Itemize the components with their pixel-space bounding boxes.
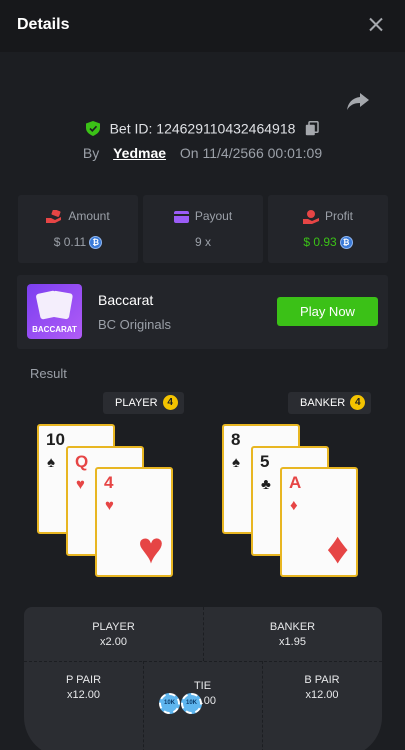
username-link[interactable]: Yedmae xyxy=(113,145,166,161)
player-tag: PLAYER 4 xyxy=(103,392,184,414)
chip-icon: 10K xyxy=(181,693,202,714)
copy-icon[interactable] xyxy=(305,120,320,136)
player-bet-odds: x2.00 xyxy=(100,636,127,648)
game-thumbnail[interactable]: BACCARAT xyxy=(27,284,82,339)
card-rank: Q xyxy=(75,452,89,471)
payout-label: Payout xyxy=(194,209,233,223)
bet-meta-row: By Yedmae On 11/4/2566 00:01:09 xyxy=(0,145,405,161)
card-suit: ♣ xyxy=(261,476,271,493)
bet-id: Bet ID: 124629110432464918 xyxy=(109,120,296,137)
profit-stat: Profit $ 0.93 ₿ xyxy=(268,195,388,263)
card-rank: 4 xyxy=(104,473,114,492)
wallet-icon xyxy=(173,210,189,223)
card-suit-large: ♥ xyxy=(137,524,164,573)
card-rank: A xyxy=(289,473,302,492)
amount-value: $ 0.11 xyxy=(53,235,87,249)
amount-label: Amount xyxy=(68,209,110,223)
shield-icon xyxy=(85,120,100,136)
profit-label: Profit xyxy=(324,209,353,223)
header-bar: Details xyxy=(0,0,405,52)
b-pair-name: B PAIR xyxy=(304,674,340,686)
card-suit: ♦ xyxy=(290,497,298,514)
card-rank: 10 xyxy=(46,430,65,449)
play-now-button[interactable]: Play Now xyxy=(277,297,378,326)
tie-name: TIE xyxy=(193,680,212,692)
banker-tag: BANKER 4 xyxy=(288,392,372,414)
amount-stat: Amount $ 0.11 ₿ xyxy=(18,195,138,263)
result-label: Result xyxy=(30,366,67,381)
profit-hand-icon xyxy=(302,209,319,224)
player-bet-area[interactable]: PLAYER x2.00 xyxy=(24,621,203,648)
p-pair-name: P PAIR xyxy=(65,674,102,686)
betting-table: PLAYER x2.00 BANKER x1.95 P PAIR x12.00 … xyxy=(24,607,382,750)
profit-value: $ 0.93 xyxy=(303,235,337,249)
banker-score: 4 xyxy=(350,394,366,410)
card-suit: ♥ xyxy=(76,476,85,493)
card-suit: ♥ xyxy=(105,497,114,514)
p-pair-bet-area[interactable]: P PAIR x12.00 xyxy=(24,674,143,701)
banker-bet-odds: x1.95 xyxy=(279,636,306,648)
by-label: By xyxy=(82,145,100,161)
money-hand-icon xyxy=(46,209,62,224)
b-pair-bet-area[interactable]: B PAIR x12.00 xyxy=(262,674,382,701)
payout-stat: Payout 9 x xyxy=(143,195,263,263)
card-suit: ♠ xyxy=(232,454,240,471)
game-thumbnail-label: BACCARAT xyxy=(32,325,77,334)
card-rank: 8 xyxy=(231,430,241,449)
banker-tag-label: BANKER xyxy=(300,397,346,409)
card-suit: ♠ xyxy=(47,454,55,471)
bet-id-row: Bet ID: 124629110432464918 xyxy=(0,119,405,136)
b-pair-odds: x12.00 xyxy=(305,689,339,701)
page-title: Details xyxy=(17,16,70,33)
coin-icon: ₿ xyxy=(339,236,353,250)
close-icon[interactable] xyxy=(365,14,387,36)
share-icon[interactable] xyxy=(346,91,370,111)
chip-icon: 10K xyxy=(159,693,180,714)
p-pair-odds: x12.00 xyxy=(66,689,101,701)
banker-bet-name: BANKER xyxy=(269,621,316,633)
card-rank: 5 xyxy=(260,452,270,471)
banker-bet-area[interactable]: BANKER x1.95 xyxy=(203,621,382,648)
player-score: 4 xyxy=(162,394,178,410)
game-provider: BC Originals xyxy=(98,317,171,332)
player-card-3: 4 ♥ ♥ xyxy=(95,467,173,577)
game-name: Baccarat xyxy=(98,292,154,308)
bet-date: 11/4/2566 00:01:09 xyxy=(202,145,323,161)
player-bet-name: PLAYER xyxy=(92,621,135,633)
player-tag-label: PLAYER xyxy=(115,397,158,409)
coin-icon: ₿ xyxy=(89,236,103,250)
card-suit-large: ♦ xyxy=(326,524,349,573)
payout-value: 9 x xyxy=(194,235,211,249)
game-card: BACCARAT Baccarat BC Originals Play Now xyxy=(17,275,388,349)
banker-card-3: A ♦ ♦ xyxy=(280,467,358,577)
on-label: On xyxy=(179,145,199,161)
